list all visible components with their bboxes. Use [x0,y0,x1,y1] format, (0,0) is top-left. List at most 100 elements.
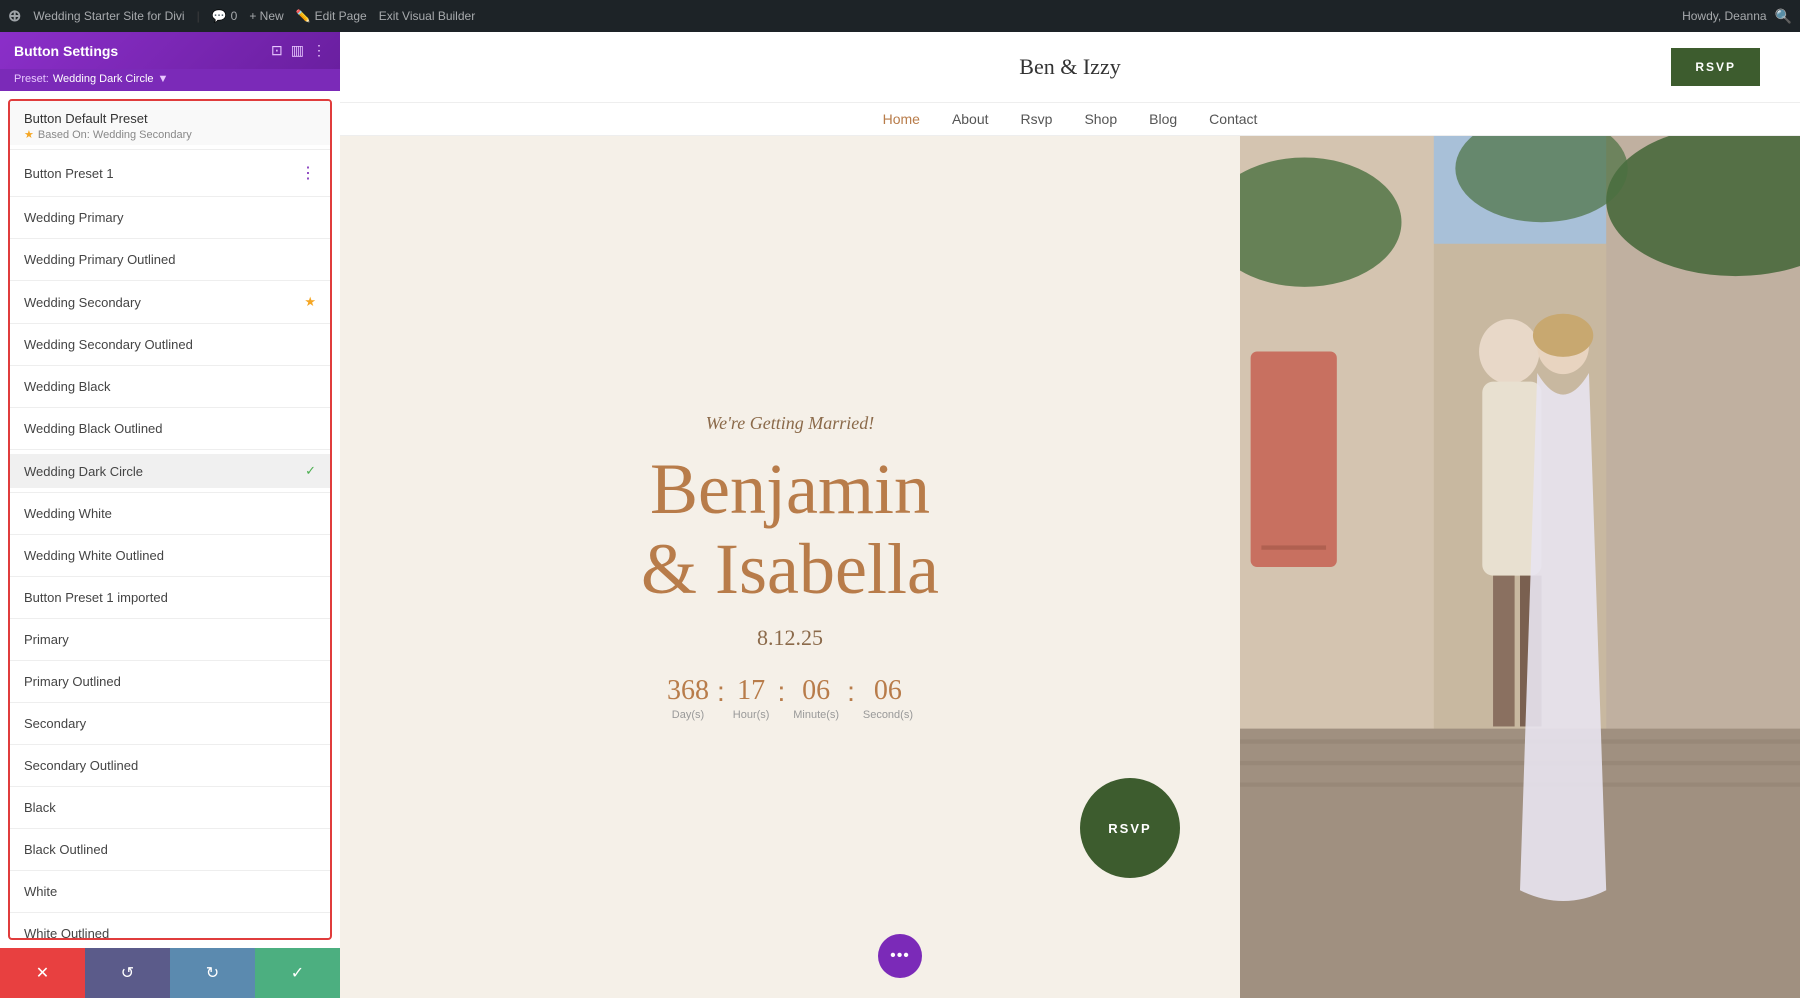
preset-item[interactable]: Wedding Secondary Outlined [10,328,330,361]
nav-item-home[interactable]: Home [883,111,920,127]
wordpress-logo-icon[interactable]: ⊕ [8,6,21,26]
redo-button[interactable]: ↻ [170,948,255,998]
preset-item-label: Button Preset 1 imported [24,590,316,605]
new-button[interactable]: + New [249,9,283,23]
rsvp-circle-button[interactable]: RSVP [1080,778,1180,878]
countdown-days: 368 Day(s) [667,675,709,721]
main-area: Button Settings ⊡ ▥ ⋮ Preset: Wedding Da… [0,32,1800,998]
rsvp-header-button[interactable]: RSVP [1671,48,1760,86]
preset-item[interactable]: Wedding Black Outlined [10,412,330,445]
edit-page-button[interactable]: ✏️ Edit Page [296,9,367,23]
panel-title: Button Settings [14,43,118,59]
site-nav: Ben & Izzy [725,54,1415,80]
more-options-icon[interactable]: ⋮ [312,42,326,59]
preset-divider [10,912,330,913]
preset-item[interactable]: Wedding Primary [10,201,330,234]
star-icon: ★ [24,128,34,141]
preset-divider [10,828,330,829]
nav-item-rsvp[interactable]: Rsvp [1021,111,1053,127]
comments-icon: 💬 [212,9,227,23]
preset-item[interactable]: Button Preset 1⋮ [10,154,330,192]
hero-name: Benjamin & Isabella [641,450,939,608]
preset-item-label: White [24,884,316,899]
preset-item[interactable]: Button Preset 1 imported [10,581,330,614]
preset-item[interactable]: Wedding Primary Outlined [10,243,330,276]
countdown: 368 Day(s) : 17 Hour(s) : 06 Minute(s) : [667,675,913,721]
nav-item-blog[interactable]: Blog [1149,111,1177,127]
preset-divider [10,365,330,366]
site-header: Ben & Izzy RSVP [340,32,1800,103]
site-name-link[interactable]: Wedding Starter Site for Divi [33,9,184,23]
nav-item-about[interactable]: About [952,111,989,127]
preset-list: Button Preset 1⋮ Wedding Primary Wedding P… [10,154,330,940]
preset-item-label: Primary [24,632,316,647]
preset-name: Wedding Dark Circle [53,73,154,85]
close-button[interactable]: ✕ [0,948,85,998]
undo-button[interactable]: ↺ [85,948,170,998]
preset-item-label: Black [24,800,316,815]
preset-item-label: Wedding Black [24,379,316,394]
preset-divider [10,702,330,703]
preset-item[interactable]: Secondary Outlined [10,749,330,782]
preset-item[interactable]: Black [10,791,330,824]
admin-bar: ⊕ Wedding Starter Site for Divi | 💬 0 + … [0,0,1800,32]
based-on-label: ★ Based On: Wedding Secondary [24,128,316,141]
preset-item[interactable]: Wedding White [10,497,330,530]
panel-header-icons: ⊡ ▥ ⋮ [271,42,326,59]
preset-item-label: Secondary [24,716,316,731]
hero-image [1240,136,1800,998]
countdown-hours: 17 Hour(s) [733,675,770,721]
countdown-seconds: 06 Second(s) [863,675,913,721]
preset-divider [10,618,330,619]
fullscreen-icon[interactable]: ⊡ [271,42,283,59]
exit-builder-button[interactable]: Exit Visual Builder [379,9,476,23]
preset-item[interactable]: Wedding Dark Circle✓ [10,454,330,488]
preset-item[interactable]: Black Outlined [10,833,330,866]
hero-left: We're Getting Married! Benjamin & Isabel… [340,136,1240,998]
preset-item-label: Wedding Dark Circle [24,464,305,479]
preset-item-label: Secondary Outlined [24,758,316,773]
preset-divider [10,786,330,787]
countdown-minutes: 06 Minute(s) [793,675,839,721]
couple-photo [1240,136,1800,998]
comments-link[interactable]: 💬 0 [212,9,238,23]
preset-divider [10,149,330,150]
dots-icon: ••• [890,947,910,965]
howdy-label: Howdy, Deanna [1682,9,1767,23]
preset-divider [10,744,330,745]
save-button[interactable]: ✓ [255,948,340,998]
preset-check-icon: ✓ [305,463,316,479]
preset-item[interactable]: Wedding Black [10,370,330,403]
preset-item-label: Primary Outlined [24,674,316,689]
preset-item[interactable]: Primary [10,623,330,656]
site-preview: Ben & Izzy RSVP Home About Rsvp Shop Blo… [340,32,1800,998]
preset-divider [10,449,330,450]
preset-dots-icon[interactable]: ⋮ [300,163,316,183]
hero-section: We're Getting Married! Benjamin & Isabel… [340,136,1800,998]
preset-dropdown-arrow-icon[interactable]: ▼ [158,73,169,85]
columns-icon[interactable]: ▥ [291,42,304,59]
nav-item-shop[interactable]: Shop [1084,111,1117,127]
preset-item[interactable]: Primary Outlined [10,665,330,698]
preset-item-label: Wedding Secondary Outlined [24,337,316,352]
default-preset-section: Button Default Preset ★ Based On: Weddin… [10,101,330,145]
countdown-sep-2: : [777,675,785,709]
preset-item[interactable]: Wedding Secondary★ [10,285,330,319]
preset-item[interactable]: Wedding White Outlined [10,539,330,572]
preset-divider [10,576,330,577]
preset-item-label: Black Outlined [24,842,316,857]
left-panel: Button Settings ⊡ ▥ ⋮ Preset: Wedding Da… [0,32,340,998]
admin-search-icon[interactable]: 🔍 [1775,8,1792,25]
preset-star-icon: ★ [304,294,316,310]
preset-item[interactable]: White [10,875,330,908]
nav-item-contact[interactable]: Contact [1209,111,1257,127]
preset-item-label: Wedding White [24,506,316,521]
site-nav-bar: Home About Rsvp Shop Blog Contact [340,103,1800,136]
floating-dots-button[interactable]: ••• [878,934,922,978]
preset-item-label: Wedding White Outlined [24,548,316,563]
preset-item-label: Wedding Primary Outlined [24,252,316,267]
preset-item-label: Button Preset 1 [24,166,300,181]
preset-item[interactable]: Secondary [10,707,330,740]
preset-item[interactable]: White Outlined [10,917,330,940]
preset-divider [10,238,330,239]
